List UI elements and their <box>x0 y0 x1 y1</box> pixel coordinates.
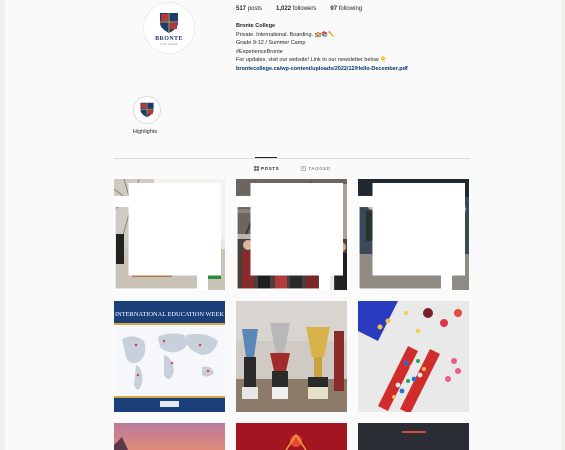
post-thumbnail-red-graphic[interactable] <box>236 423 347 450</box>
sunset-photo <box>114 423 225 450</box>
post-thumbnail-craft[interactable] <box>358 301 469 412</box>
instagram-profile-page: BRONTE COLLEGE 517 posts 1,022 followers… <box>5 0 561 450</box>
crest-icon <box>140 102 154 118</box>
bio-hashtag[interactable]: #ExperienceBronte <box>236 48 476 57</box>
bio-line: For updates, visit our website! Link to … <box>236 57 388 64</box>
tab-tagged[interactable]: TAGGED <box>301 166 331 171</box>
post-thumbnail-group-outdoors[interactable] <box>236 179 347 290</box>
profile-bio: Bronte College Private. International. B… <box>236 22 476 74</box>
grid-icon <box>254 166 259 171</box>
profile-tabs: POSTS TAGGED <box>254 166 331 171</box>
highlight-label: Highlights <box>132 129 158 135</box>
tab-posts-label: POSTS <box>261 166 280 171</box>
craft-photo <box>358 301 469 412</box>
trophies-photo <box>236 301 347 412</box>
tab-posts[interactable]: POSTS <box>254 166 279 171</box>
section-divider <box>114 158 470 159</box>
profile-name: Bronte College <box>236 23 276 29</box>
highlight-item[interactable]: Highlights <box>132 96 162 135</box>
profile-avatar[interactable]: BRONTE COLLEGE <box>143 2 195 54</box>
education-week-title: INTERNATIONAL EDUCATION WEEK <box>115 311 224 318</box>
red-graphic <box>236 423 347 450</box>
bio-line: Grade 9-12 / Summer Camp <box>236 40 306 47</box>
post-thumbnail-dark-graphic[interactable] <box>358 423 469 450</box>
post-thumbnail-sunset[interactable] <box>114 423 225 450</box>
bio-link[interactable]: brontecollege.ca/wp-content/uploads/2022… <box>236 65 476 74</box>
education-week-graphic: INTERNATIONAL EDUCATION WEEK <box>114 301 225 412</box>
tag-icon <box>301 166 307 171</box>
post-thumbnail-group-indoors[interactable] <box>358 179 469 290</box>
stat-posts: 517 posts <box>236 6 263 12</box>
post-thumbnail-gym[interactable] <box>114 179 225 290</box>
avatar-brand-sub: COLLEGE <box>160 41 178 46</box>
crest-icon <box>160 12 178 33</box>
posts-grid: INTERNATIONAL EDUCATION WEEK <box>114 179 470 412</box>
posts-grid-row-partial <box>114 423 470 450</box>
stat-followers[interactable]: 1,022 followers <box>276 6 316 12</box>
tab-tagged-label: TAGGED <box>308 166 331 171</box>
dark-graphic <box>358 423 469 450</box>
active-tab-indicator <box>255 157 277 158</box>
highlight-cover <box>133 96 161 124</box>
multiple-photos-icon <box>358 183 465 290</box>
multiple-photos-icon <box>114 183 221 290</box>
post-thumbnail-trophies[interactable] <box>236 301 347 412</box>
stat-following[interactable]: 97 following <box>330 6 362 12</box>
multiple-photos-icon <box>236 183 343 290</box>
post-thumbnail-education-week[interactable]: INTERNATIONAL EDUCATION WEEK <box>114 301 225 412</box>
bio-line: Private. International. Boarding. 🏫📚✏️ <box>236 31 336 38</box>
profile-stats: 517 posts 1,022 followers 97 following <box>236 6 362 12</box>
